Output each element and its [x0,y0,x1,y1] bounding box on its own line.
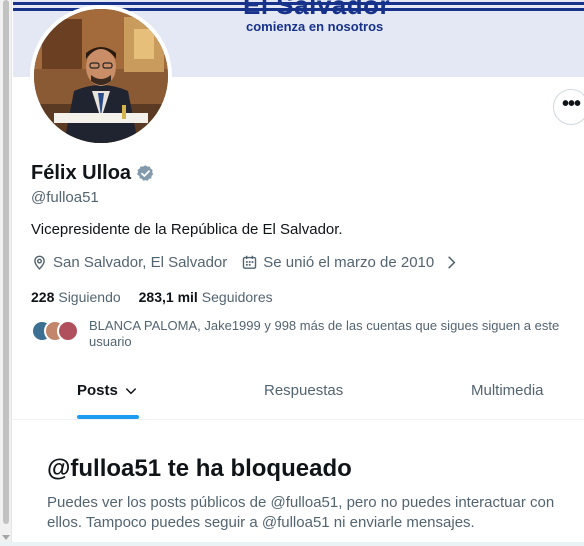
following-link[interactable]: 228 Siguiendo [31,289,121,305]
scroll-down-arrow-icon[interactable] [2,535,10,540]
scrollbar[interactable] [0,0,12,546]
profile-joined[interactable]: Se unió el marzo de 2010 [241,254,460,271]
profile-handle: @fulloa51 [31,189,99,206]
tab-posts[interactable]: Posts [77,382,138,399]
joined-text: Se unió el marzo de 2010 [263,254,435,271]
tab-media[interactable]: Multimedia [471,382,544,399]
profile-bio: Vicepresidente de la República de El Sal… [31,221,343,238]
mutual-followers-text: BLANCA PALOMA, Jake1999 y 998 más de las… [89,318,560,349]
mutual-avatars [31,318,83,342]
location-text: San Salvador, El Salvador [53,254,228,271]
followers-link[interactable]: 283,1 mil Seguidores [139,289,273,305]
scrollbar-thumb[interactable] [3,0,9,524]
banner-title: El Salvador [243,0,391,20]
followers-label: Seguidores [201,289,273,305]
bottom-divider [0,542,584,546]
banner-subtitle: comienza en nosotros [246,19,384,34]
mutual-followers[interactable]: BLANCA PALOMA, Jake1999 y 998 más de las… [31,318,579,350]
chevron-right-icon [448,256,456,269]
follow-stats: 228 Siguiendo 283,1 mil Seguidores [31,289,291,305]
more-options-button[interactable]: ••• [553,89,584,125]
active-tab-indicator [77,415,139,419]
following-label: Siguiendo [58,289,121,305]
blocked-message: Puedes ver los posts públicos de @fulloa… [47,494,555,531]
calendar-icon [243,255,257,269]
verified-badge-icon[interactable] [136,164,155,183]
following-count: 228 [31,289,55,305]
mutual-avatar [57,320,79,342]
profile-location: San Salvador, El Salvador [31,254,227,271]
profile-tabs: Posts Respuestas Multimedia [13,364,584,420]
blocked-title: @fulloa51 te ha bloqueado [47,455,352,482]
chevron-down-icon [125,387,137,394]
avatar-photo [34,9,168,143]
profile-meta: San Salvador, El Salvador Se unió el mar… [31,254,474,271]
profile-avatar[interactable] [30,5,172,147]
profile-name: Félix Ulloa [31,162,132,184]
followers-count: 283,1 mil [138,289,198,305]
more-dots-icon: ••• [561,93,581,115]
tab-posts-label: Posts [77,382,118,399]
profile-name-row: Félix Ulloa [31,162,155,185]
tab-replies[interactable]: Respuestas [264,382,343,399]
location-pin-icon [34,255,45,270]
